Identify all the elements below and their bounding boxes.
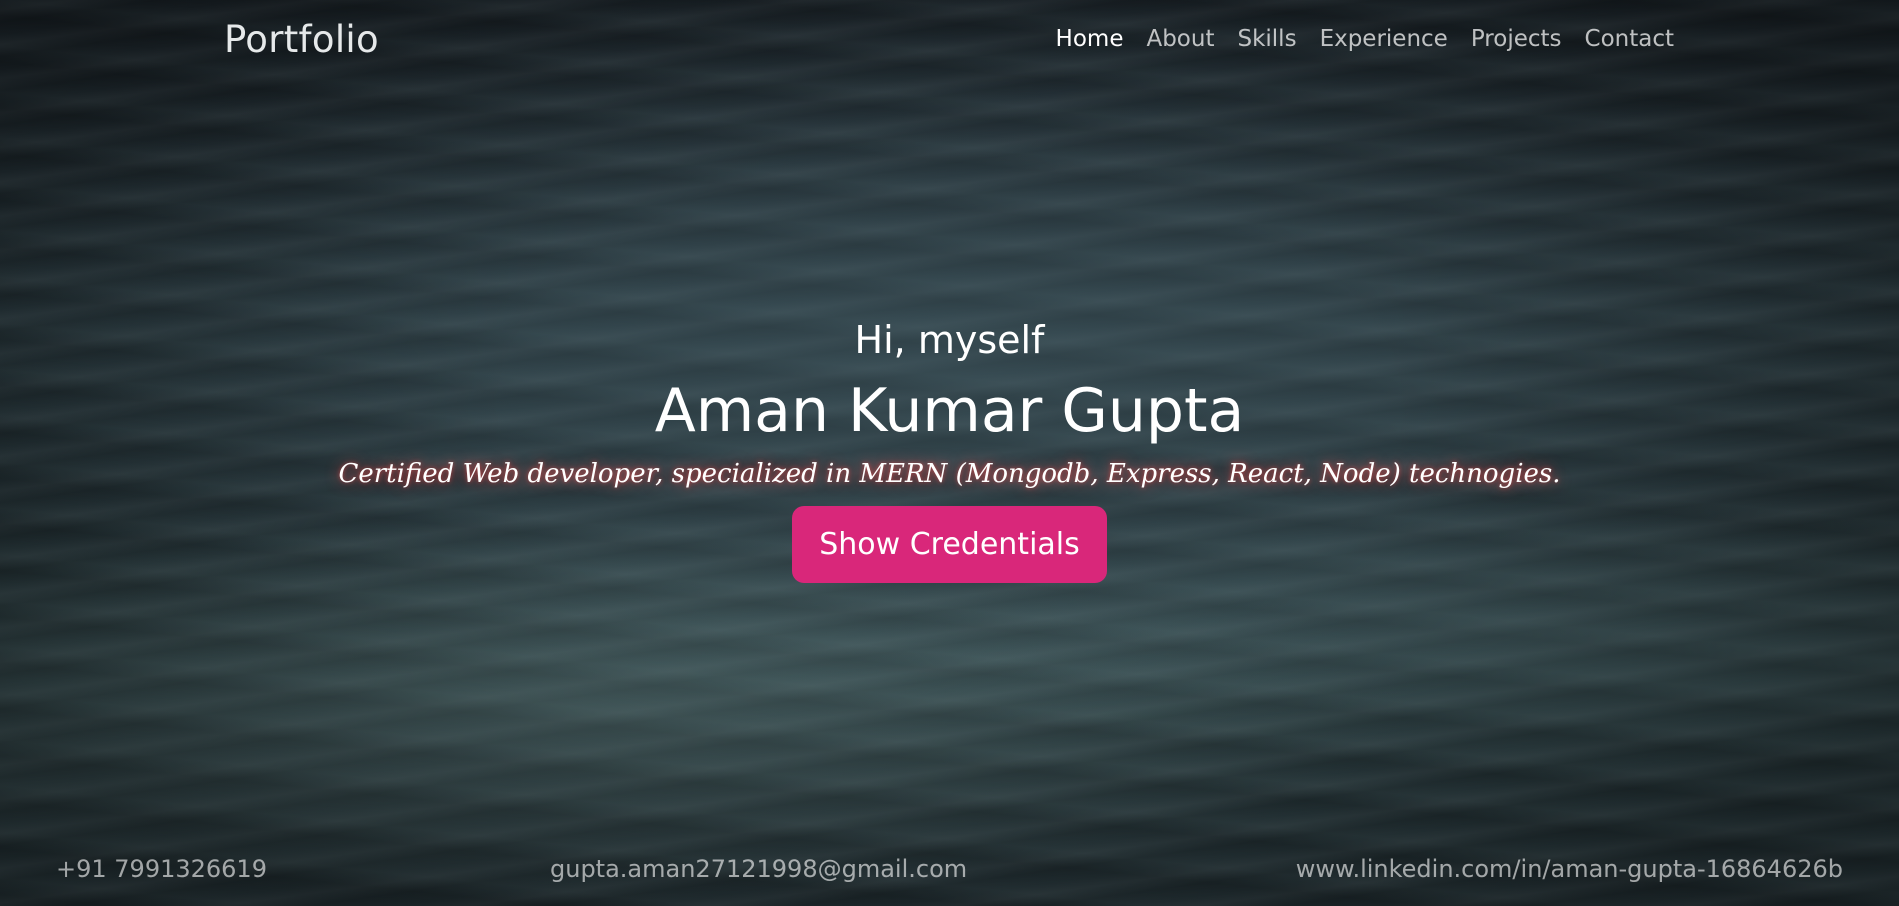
navbar: Portfolio Home About Skills Experience P… (0, 0, 1899, 84)
nav-links: Home About Skills Experience Projects Co… (1056, 26, 1674, 52)
email-link[interactable]: gupta.aman27121998@gmail.com (550, 855, 967, 883)
contact-footer: +91 7991326619 gupta.aman27121998@gmail.… (0, 855, 1899, 891)
brand-logo[interactable]: Portfolio (224, 18, 379, 61)
hero-section: Hi, myself Aman Kumar Gupta Certified We… (0, 312, 1899, 583)
nav-item-home[interactable]: Home (1056, 26, 1124, 52)
show-credentials-button[interactable]: Show Credentials (792, 506, 1107, 583)
linkedin-link[interactable]: www.linkedin.com/in/aman-gupta-16864626b (1296, 855, 1843, 883)
nav-item-projects[interactable]: Projects (1471, 26, 1562, 52)
hero-name: Aman Kumar Gupta (654, 376, 1245, 446)
nav-item-experience[interactable]: Experience (1320, 26, 1448, 52)
nav-item-about[interactable]: About (1146, 26, 1214, 52)
nav-item-skills[interactable]: Skills (1237, 26, 1296, 52)
hero-greeting: Hi, myself (854, 318, 1045, 362)
hero-tagline: Certified Web developer, specialized in … (338, 459, 1561, 489)
nav-item-contact[interactable]: Contact (1585, 26, 1674, 52)
phone-number[interactable]: +91 7991326619 (56, 855, 267, 883)
